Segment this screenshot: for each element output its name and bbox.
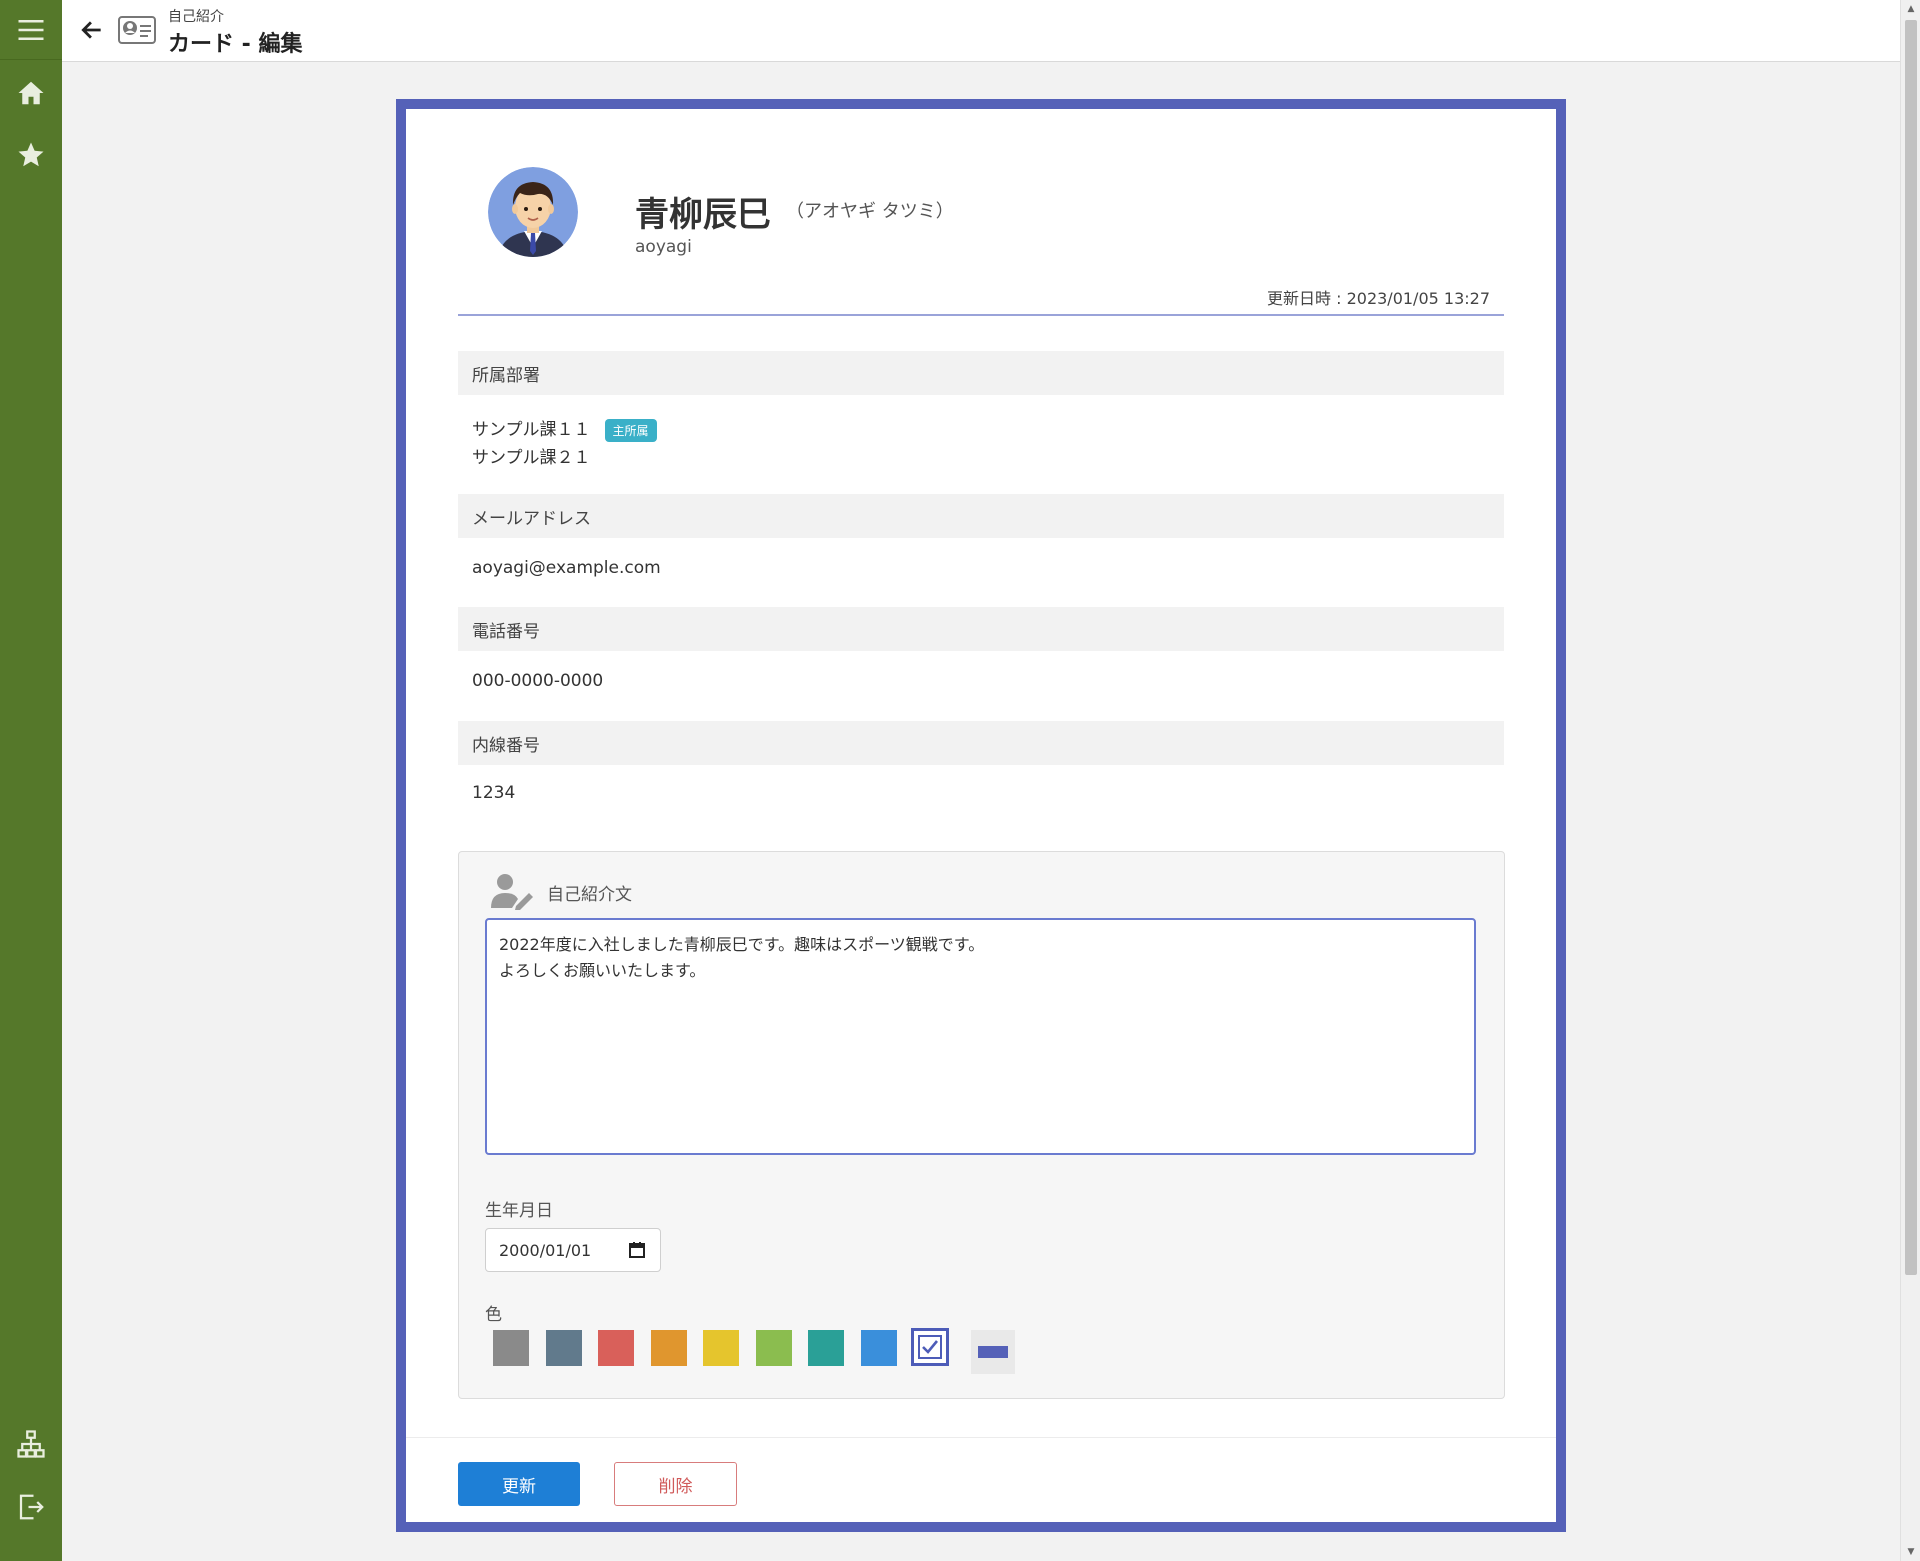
color-swatch[interactable] xyxy=(703,1330,739,1366)
primary-affiliation-badge: 主所属 xyxy=(604,418,657,442)
checkbox-checked-icon xyxy=(918,1335,942,1359)
star-icon xyxy=(18,142,44,167)
user-id: aoyagi xyxy=(635,237,692,257)
color-swatch[interactable] xyxy=(545,1330,582,1366)
home-button[interactable] xyxy=(0,64,62,122)
menu-button[interactable] xyxy=(0,0,62,60)
email-header: メールアドレス xyxy=(458,494,1504,538)
phone-value: 000-0000-0000 xyxy=(472,671,604,691)
birthday-value: 2000/01/01 xyxy=(499,1240,592,1260)
department-header: 所属部署 xyxy=(458,351,1504,395)
birthday-date-input[interactable]: 2000/01/01 xyxy=(485,1228,661,1272)
department-item: サンプル課２１ xyxy=(472,443,591,468)
avatar xyxy=(488,167,578,257)
extension-header: 内線番号 xyxy=(458,721,1504,765)
birthday-label: 生年月日 xyxy=(485,1201,553,1221)
update-button[interactable]: 更新 xyxy=(458,1462,580,1506)
scroll-up-arrow-icon[interactable]: ▲ xyxy=(1901,0,1920,18)
intro-textarea[interactable]: 2022年度に入社しました青柳辰巳です。趣味はスポーツ観戦です。 よろしくお願い… xyxy=(485,918,1476,1155)
card-frame-color-preview xyxy=(971,1330,1015,1374)
header-divider xyxy=(458,314,1504,316)
header-subtitle: 自己紹介 xyxy=(168,9,224,25)
phone-header: 電話番号 xyxy=(458,607,1504,651)
organization-button[interactable] xyxy=(0,1415,62,1473)
page-title: カード - 編集 xyxy=(168,32,303,57)
color-swatch[interactable] xyxy=(808,1330,844,1366)
top-header: 自己紹介 カード - 編集 xyxy=(62,0,1900,62)
calendar-icon[interactable] xyxy=(628,1241,646,1259)
favorites-button[interactable] xyxy=(0,126,62,184)
id-card-icon xyxy=(118,16,156,44)
department-name: サンプル課２１ xyxy=(472,448,591,468)
profile-card: 青柳辰巳 （アオヤギ タツミ） aoyagi 更新日時 : 2023/01/05… xyxy=(396,99,1566,1532)
logout-button[interactable] xyxy=(0,1478,62,1536)
color-swatch[interactable] xyxy=(650,1330,687,1366)
frame-color-bar xyxy=(978,1346,1008,1358)
email-value: aoyagi@example.com xyxy=(472,558,661,578)
department-item: サンプル課１１ 主所属 xyxy=(472,415,657,442)
color-swatch[interactable] xyxy=(911,1328,949,1366)
user-name: 青柳辰巳 xyxy=(635,195,771,235)
logout-icon xyxy=(19,1494,44,1520)
page-scrollbar[interactable]: ▲ ▼ xyxy=(1900,0,1920,1561)
extension-value: 1234 xyxy=(472,783,516,803)
color-label: 色 xyxy=(485,1305,502,1325)
updated-timestamp: 更新日時 : 2023/01/05 13:27 xyxy=(1267,289,1490,308)
delete-button[interactable]: 削除 xyxy=(614,1462,737,1506)
back-button[interactable] xyxy=(72,10,112,50)
user-avatar-icon xyxy=(488,167,578,257)
color-swatch[interactable] xyxy=(755,1330,792,1366)
scroll-down-arrow-icon[interactable]: ▼ xyxy=(1901,1543,1920,1561)
sidebar xyxy=(0,0,62,1561)
home-icon xyxy=(18,81,44,105)
edit-panel: 自己紹介文 2022年度に入社しました青柳辰巳です。趣味はスポーツ観戦です。 よ… xyxy=(458,851,1505,1399)
org-chart-icon xyxy=(17,1430,45,1458)
color-swatch[interactable] xyxy=(598,1330,634,1366)
scrollbar-thumb[interactable] xyxy=(1905,20,1917,1275)
user-name-kana: （アオヤギ タツミ） xyxy=(786,201,954,222)
footer-divider xyxy=(406,1437,1556,1438)
color-swatch[interactable] xyxy=(493,1330,529,1366)
color-swatch[interactable] xyxy=(860,1330,897,1366)
intro-label: 自己紹介文 xyxy=(547,885,632,905)
department-name: サンプル課１１ xyxy=(472,420,591,440)
user-edit-icon xyxy=(491,874,533,910)
arrow-left-icon xyxy=(81,21,101,39)
hamburger-menu-icon xyxy=(18,19,44,40)
